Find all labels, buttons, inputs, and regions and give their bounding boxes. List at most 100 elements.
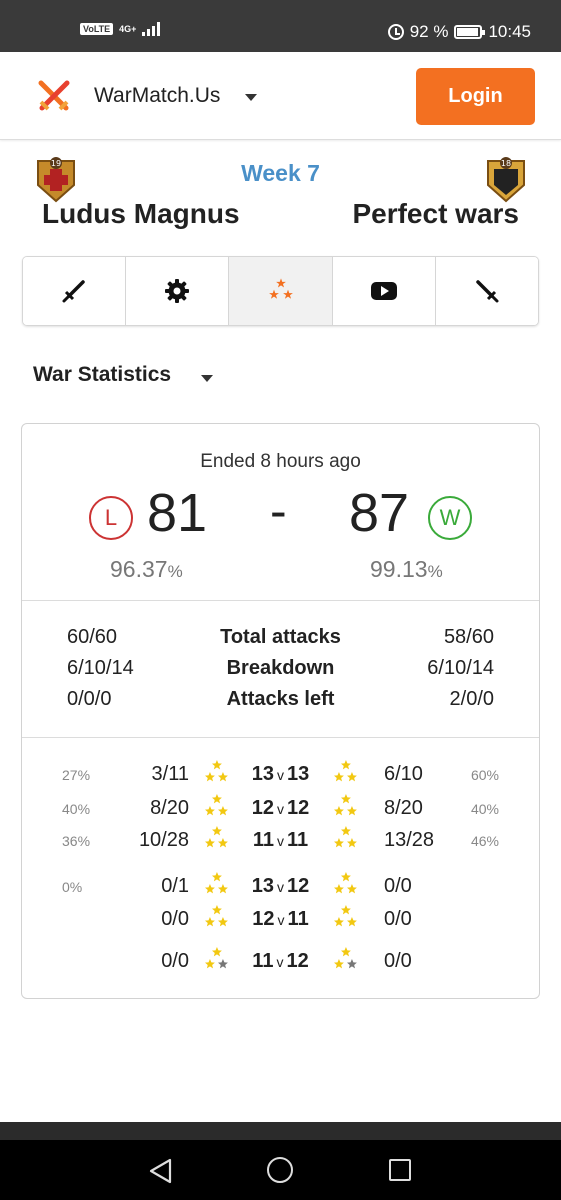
battery-percent: 92 %	[409, 22, 449, 41]
right-townhall-level: 11	[287, 908, 309, 930]
townhall-row: 36% 10/28 11 v 11 13/28 46%	[22, 826, 539, 859]
townhall-matchup: 13 v 13	[22, 763, 539, 786]
alarm-icon	[387, 24, 404, 40]
townhall-matchup: 12 v 12	[22, 797, 539, 820]
townhall-matchup: 12 v 11	[22, 908, 539, 931]
loss-badge: L	[89, 496, 133, 540]
login-button[interactable]: Login	[416, 68, 535, 125]
right-stars-icon	[334, 760, 357, 782]
right-townhall-level: 12	[286, 950, 309, 972]
volte-indicator: VoLTE	[80, 23, 114, 35]
right-townhall-level: 13	[287, 763, 310, 785]
right-townhall-level: 12	[287, 797, 310, 819]
right-townhall-level: 11	[287, 829, 309, 851]
left-townhall-level: 13	[251, 875, 274, 897]
right-destruction-unit: %	[427, 562, 443, 581]
right-townhall-level: 12	[287, 875, 310, 897]
status-bar: VoLTE 4G+ 92 % 10:45	[0, 0, 561, 52]
left-destruction-unit: %	[167, 562, 183, 581]
townhall-matchup: 11 v 12	[22, 950, 539, 973]
right-stars-icon	[334, 872, 357, 894]
battery-icon	[454, 25, 486, 39]
townhall-matchup: 11 v 11	[22, 829, 539, 852]
tab-videos[interactable]	[332, 257, 436, 325]
status-right: 92 % 10:45	[387, 22, 531, 42]
section-dropdown-caret-icon[interactable]	[201, 375, 213, 382]
left-destruction-value: 96.37	[110, 556, 168, 582]
right-stars-icon	[334, 794, 357, 816]
left-score: 81	[147, 483, 208, 543]
right-score: 87	[349, 483, 410, 543]
right-th-attacks: 0/0	[384, 908, 412, 930]
left-townhall-level: 12	[251, 797, 274, 819]
stat-right: 2/0/0	[449, 688, 494, 710]
right-th-attacks: 8/20	[384, 797, 423, 819]
stat-right: 58/60	[443, 626, 494, 648]
townhall-row: 0% 0/1 13 v 12 0/0	[22, 872, 539, 905]
back-icon[interactable]	[148, 1158, 174, 1184]
brand-name[interactable]: WarMatch.Us	[94, 84, 220, 108]
left-townhall-level: 11	[252, 950, 274, 972]
townhall-matchup: 13 v 12	[22, 875, 539, 898]
right-th-percent: 46%	[470, 833, 499, 849]
townhall-row: 27% 3/11 13 v 13 6/10 60%	[22, 760, 539, 793]
right-th-attacks: 0/0	[384, 875, 412, 897]
left-townhall-level: 11	[252, 829, 274, 851]
stat-row: 6/10/14 Breakdown 6/10/14	[22, 657, 539, 687]
status-left: VoLTE 4G+	[80, 22, 161, 36]
divider	[22, 737, 539, 738]
townhall-row: 0/0 11 v 12 0/0	[22, 947, 539, 980]
right-stars-icon	[334, 826, 357, 848]
section-title[interactable]: War Statistics	[33, 363, 171, 387]
tab-bar	[22, 256, 539, 326]
versus-label: v	[276, 954, 284, 970]
sword-reverse-icon	[476, 280, 499, 303]
tab-settings[interactable]	[126, 257, 230, 325]
stars-icon	[268, 278, 293, 299]
divider	[22, 600, 539, 601]
right-clan-name[interactable]: Perfect wars	[352, 198, 519, 230]
stat-row: 0/0/0 Attacks left 2/0/0	[22, 688, 539, 718]
right-destruction: 99.13%	[370, 556, 443, 583]
tab-defense[interactable]	[435, 257, 538, 325]
tab-attacks[interactable]	[23, 257, 127, 325]
left-townhall-level: 13	[251, 763, 274, 785]
versus-label: v	[277, 833, 284, 849]
right-th-attacks: 0/0	[384, 950, 412, 972]
ended-time: Ended 8 hours ago	[200, 451, 361, 472]
network-type: 4G+	[119, 23, 137, 34]
townhall-row: 40% 8/20 12 v 12 8/20 40%	[22, 794, 539, 827]
page-footer-strip	[0, 1122, 561, 1140]
left-destruction: 96.37%	[110, 556, 183, 583]
win-badge: W	[428, 496, 472, 540]
versus-label: v	[277, 879, 284, 895]
navbar: WarMatch.Us Login	[0, 52, 561, 140]
versus-label: v	[277, 912, 285, 928]
signal-icon	[142, 22, 161, 36]
sword-icon	[62, 280, 85, 303]
right-th-percent: 60%	[470, 767, 499, 783]
home-icon[interactable]	[267, 1157, 293, 1183]
system-navigation-bar	[0, 1140, 561, 1200]
crossed-swords-logo-icon[interactable]	[36, 78, 72, 114]
right-stars-icon	[334, 905, 357, 927]
war-stats-card: Ended 8 hours ago L 81 - 87 W 96.37% 99.…	[21, 423, 540, 999]
stat-row: 60/60 Total attacks 58/60	[22, 626, 539, 656]
left-townhall-level: 12	[252, 908, 275, 930]
right-th-attacks: 6/10	[384, 763, 423, 785]
versus-label: v	[277, 801, 284, 817]
gear-icon	[165, 279, 190, 303]
right-th-attacks: 13/28	[384, 829, 435, 851]
right-stars-icon	[334, 947, 357, 969]
versus-label: v	[277, 767, 284, 783]
score-separator: -	[270, 483, 287, 539]
right-destruction-value: 99.13	[370, 556, 428, 582]
right-th-percent: 40%	[470, 801, 499, 817]
recent-apps-icon[interactable]	[389, 1159, 411, 1181]
week-label: Week 7	[241, 160, 320, 186]
youtube-icon	[370, 282, 397, 300]
brand-dropdown-caret-icon[interactable]	[245, 94, 257, 101]
left-clan-name[interactable]: Ludus Magnus	[42, 198, 240, 230]
tab-war-stats[interactable]	[229, 257, 333, 325]
clock: 10:45	[488, 22, 531, 41]
